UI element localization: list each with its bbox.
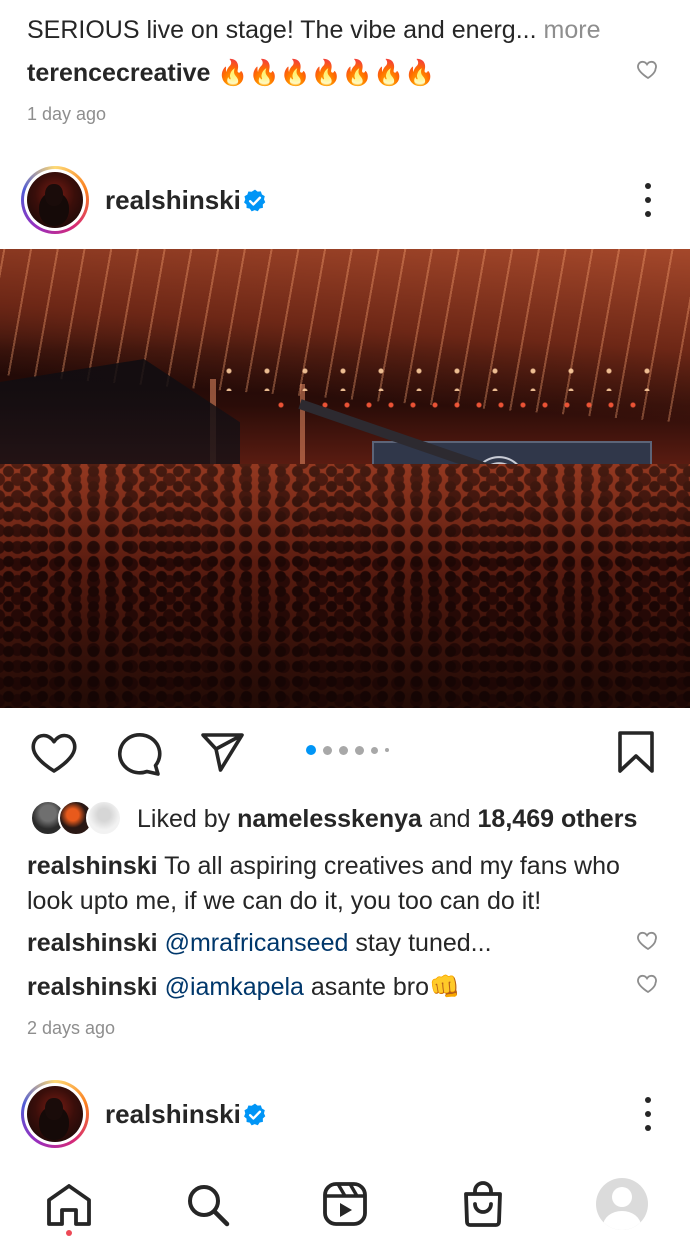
share-send-icon[interactable]: [200, 731, 246, 775]
carousel-dot: [355, 745, 364, 755]
previous-caption-ellipsis: ...: [515, 16, 537, 44]
comment-bubble-icon[interactable]: [115, 731, 163, 777]
like-heart-icon[interactable]: [30, 730, 78, 776]
save-bookmark-icon[interactable]: [616, 730, 656, 774]
carousel-dot: [306, 745, 316, 755]
comment-mention[interactable]: @iamkapela: [165, 973, 304, 1001]
comment-mention[interactable]: @mrafricanseed: [165, 929, 349, 957]
caption-username[interactable]: realshinski: [27, 852, 158, 880]
comment-username[interactable]: realshinski: [27, 929, 158, 957]
comment-username[interactable]: realshinski: [27, 973, 158, 1001]
search-icon[interactable]: [185, 1182, 231, 1228]
carousel-dot: [323, 745, 332, 755]
comment-like-heart-icon[interactable]: [636, 57, 660, 81]
bottom-navigation: [0, 1168, 690, 1258]
carousel-dot: [371, 746, 378, 754]
comment-row: realshinski @iamkapela asante bro👊: [27, 971, 460, 1003]
liked-by-username[interactable]: namelesskenya: [237, 805, 422, 833]
comment-username[interactable]: terencecreative: [27, 59, 210, 87]
liked-by-avatars[interactable]: [30, 800, 122, 838]
verified-badge-icon: [244, 189, 266, 212]
previous-post-comment: terencecreative 🔥🔥🔥🔥🔥🔥🔥: [27, 56, 435, 90]
post-author-username[interactable]: realshinski: [105, 185, 241, 216]
verified-badge-icon: [244, 1103, 266, 1126]
likes-count[interactable]: 18,469 others: [478, 805, 638, 833]
home-icon[interactable]: [45, 1182, 93, 1228]
shop-icon[interactable]: [462, 1180, 504, 1228]
post-timestamp: 2 days ago: [27, 1018, 116, 1038]
home-notification-dot: [66, 1230, 72, 1236]
reels-icon[interactable]: [322, 1181, 368, 1227]
comment-text: asante bro👊: [303, 973, 461, 1001]
carousel-indicator: [306, 745, 389, 755]
comment-text: stay tuned...: [348, 929, 492, 957]
liker-avatar: [86, 800, 122, 836]
comment-text: 🔥🔥🔥🔥🔥🔥🔥: [217, 59, 436, 87]
previous-caption-text: SERIOUS live on stage! The vibe and ener…: [27, 16, 516, 44]
post-caption: realshinski To all aspiring creatives an…: [27, 849, 667, 919]
post-options-kebab-icon[interactable]: [643, 183, 653, 217]
next-post-options-kebab-icon[interactable]: [643, 1097, 653, 1131]
previous-post-caption: SERIOUS live on stage! The vibe and ener…: [27, 14, 600, 46]
comment-like-heart-icon[interactable]: [636, 928, 660, 952]
likes-joiner: and: [421, 805, 478, 833]
previous-post-timestamp: 1 day ago: [27, 104, 107, 124]
post-image[interactable]: [0, 249, 690, 708]
post-author-avatar[interactable]: [21, 166, 89, 234]
next-post-author-username[interactable]: realshinski: [105, 1099, 241, 1130]
next-post-author-avatar[interactable]: [21, 1080, 89, 1148]
carousel-dot: [385, 748, 389, 752]
carousel-dot: [339, 745, 348, 755]
more-link[interactable]: more: [544, 16, 601, 44]
comment-row: realshinski @mrafricanseed stay tuned...: [27, 927, 492, 959]
comment-like-heart-icon[interactable]: [636, 971, 660, 995]
likes-summary[interactable]: Liked by namelesskenya and 18,469 others: [137, 803, 637, 835]
likes-prefix: Liked by: [137, 805, 238, 833]
profile-avatar[interactable]: [596, 1178, 648, 1230]
